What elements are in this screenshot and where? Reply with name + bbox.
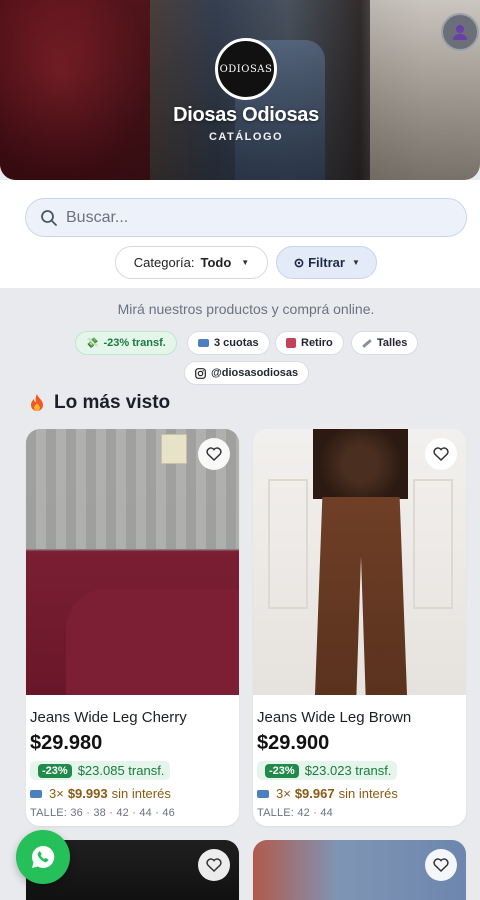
user-icon	[453, 25, 467, 40]
section-title: Lo más visto	[54, 392, 171, 413]
heart-icon	[206, 447, 222, 461]
chip-instagram[interactable]: @diosasodiosas	[184, 361, 310, 385]
card-icon	[30, 789, 42, 798]
card-icon	[198, 339, 209, 347]
favorite-button[interactable]	[198, 438, 230, 470]
category-value: Todo	[200, 255, 232, 270]
wall-panel	[413, 479, 453, 609]
product-card[interactable]: Jeans Wide Leg Brown $29.900 -23% $23.02…	[253, 429, 466, 826]
brand-logo: ODIOSAS	[215, 38, 277, 100]
jeans-fabric	[66, 589, 239, 695]
product-image[interactable]	[26, 429, 239, 695]
favorite-button[interactable]	[425, 849, 457, 881]
ruler-icon	[362, 338, 372, 348]
search-icon	[41, 209, 57, 226]
transfer-price: $23.023 transf.	[304, 763, 392, 778]
wall-panel	[268, 479, 308, 609]
installments: 3× $9.993 sin interés	[30, 786, 239, 801]
section-most-viewed: Lo más visto	[28, 392, 170, 414]
instagram-icon	[195, 367, 206, 379]
product-name: Jeans Wide Leg Cherry	[30, 709, 187, 726]
installments-suffix: sin interés	[338, 786, 398, 801]
transfer-discount: -23% $23.085 transf.	[30, 761, 171, 780]
favorite-button[interactable]	[425, 438, 457, 470]
chip-cuotas-label: 3 cuotas	[214, 337, 259, 349]
brown-jeans	[315, 497, 407, 695]
product-sizes: TALLE: 42 · 44	[257, 807, 333, 819]
transfer-discount: -23% $23.023 transf.	[257, 761, 398, 780]
lace-top	[313, 429, 408, 499]
favorite-button[interactable]	[198, 849, 230, 881]
installments-suffix: sin interés	[111, 786, 171, 801]
filter-label: Filtrar	[308, 255, 345, 270]
money-icon: 💸	[86, 337, 99, 349]
installments-value: $9.993	[67, 786, 108, 801]
brand-subtitle: CATÁLOGO	[208, 131, 284, 143]
installments-prefix: 3×	[276, 786, 291, 801]
installments: 3× $9.967 sin interés	[257, 786, 466, 801]
product-sizes: TALLE: 36 · 38 · 42 · 44 · 46	[30, 807, 176, 819]
product-image[interactable]	[253, 429, 466, 695]
heart-icon	[433, 858, 449, 872]
chip-retiro: Retiro	[275, 331, 344, 355]
discount-badge: -23%	[38, 763, 72, 778]
chip-transfer-label: -23% transf.	[103, 337, 166, 349]
chip-transfer-discount: 💸 -23% transf.	[75, 331, 177, 355]
search-bar[interactable]	[25, 198, 467, 237]
transfer-price: $23.085 transf.	[77, 763, 165, 778]
price-tag	[161, 434, 187, 464]
category-label: Categoría:	[133, 255, 195, 270]
card-icon	[257, 789, 269, 798]
product-card[interactable]	[253, 840, 466, 900]
filter-button[interactable]: Filtrar ▼	[276, 246, 377, 279]
whatsapp-button[interactable]	[16, 830, 70, 884]
caret-down-icon: ▼	[351, 258, 360, 267]
whatsapp-icon	[32, 845, 55, 868]
calendar-icon	[286, 338, 296, 348]
heart-icon	[433, 447, 449, 461]
chip-talles-label: Talles	[377, 337, 408, 349]
gear-icon	[294, 258, 304, 267]
caret-down-icon: ▼	[241, 258, 250, 267]
chip-cuotas: 3 cuotas	[187, 331, 270, 355]
product-name: Jeans Wide Leg Brown	[257, 709, 412, 726]
installments-value: $9.967	[294, 786, 335, 801]
category-dropdown[interactable]: Categoría: Todo ▼	[115, 246, 268, 279]
chip-instagram-label: @diosasodiosas	[211, 367, 299, 379]
product-price: $29.900	[257, 732, 330, 754]
search-input[interactable]	[66, 208, 446, 227]
brand-name: Diosas Odiosas	[173, 104, 319, 126]
product-card[interactable]: Jeans Wide Leg Cherry $29.980 -23% $23.0…	[26, 429, 239, 826]
product-price: $29.980	[30, 732, 103, 754]
discount-badge: -23%	[265, 763, 299, 778]
user-avatar[interactable]	[441, 13, 479, 51]
installments-prefix: 3×	[49, 786, 64, 801]
store-tagline: Mirá nuestros productos y comprá online.	[117, 301, 375, 317]
chip-talles: Talles	[351, 331, 419, 355]
chip-retiro-label: Retiro	[301, 337, 333, 349]
fire-icon	[31, 394, 43, 411]
heart-icon	[206, 858, 222, 872]
brand-logo-text: ODIOSAS	[219, 63, 273, 75]
